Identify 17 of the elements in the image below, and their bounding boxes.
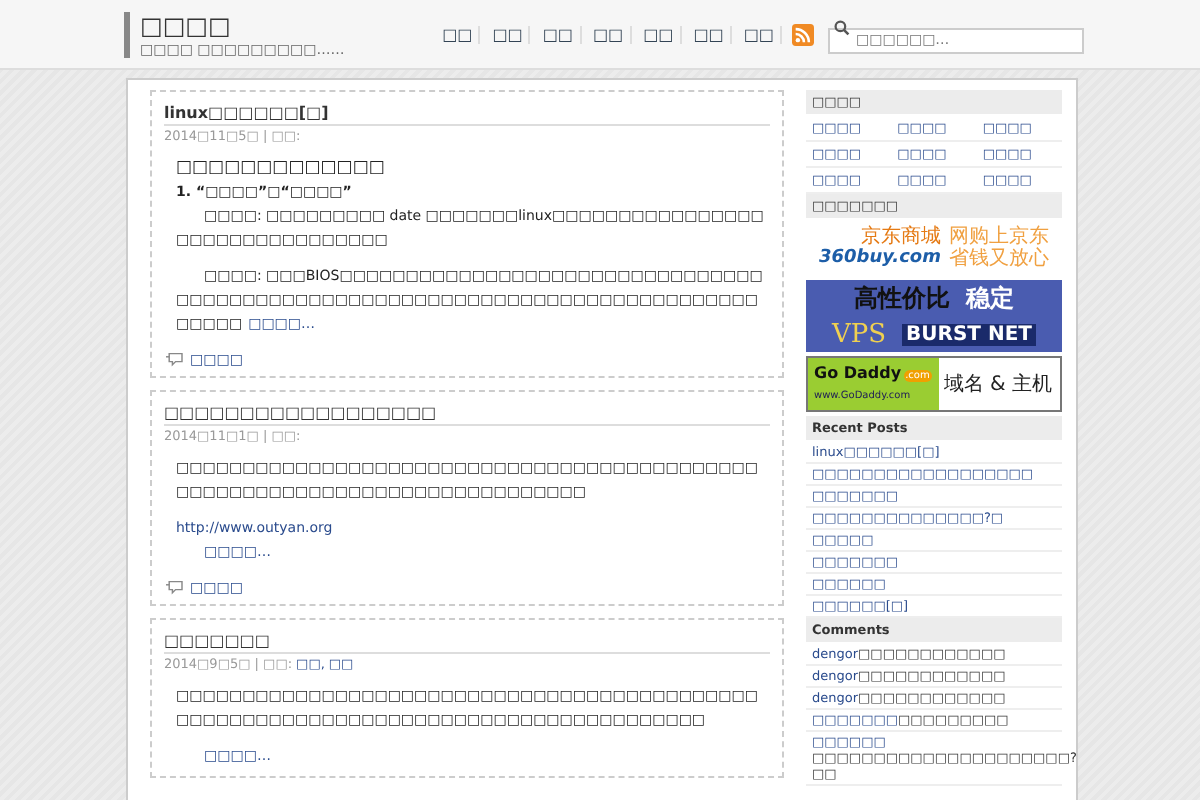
nav-link[interactable]: □□ — [486, 25, 531, 43]
nav-link[interactable]: □□ — [436, 25, 481, 43]
nav-link[interactable]: □□ — [536, 25, 581, 43]
vps-banner[interactable]: 高性价比 稳定 VPS BURST NET — [806, 280, 1062, 352]
post-title[interactable]: □□□□□□□ — [164, 632, 770, 654]
nav-link[interactable]: □□ — [687, 25, 732, 43]
nav-link[interactable]: □□ — [587, 25, 632, 43]
post-heading: □□□□□□□□□□□□□ — [176, 156, 387, 180]
post-title[interactable]: □□□□□□□□□□□□□□□□□□ — [164, 404, 770, 426]
nav-link[interactable]: □□ — [637, 25, 682, 43]
comment-icon — [164, 352, 184, 368]
site-title[interactable]: □□□□ — [140, 11, 345, 41]
comment-icon — [164, 580, 184, 596]
post-title[interactable]: linux□□□□□□[□] — [164, 104, 770, 126]
rss-icon[interactable] — [792, 23, 814, 45]
nav-link[interactable]: □□ — [737, 25, 782, 43]
search-icon — [834, 19, 850, 36]
